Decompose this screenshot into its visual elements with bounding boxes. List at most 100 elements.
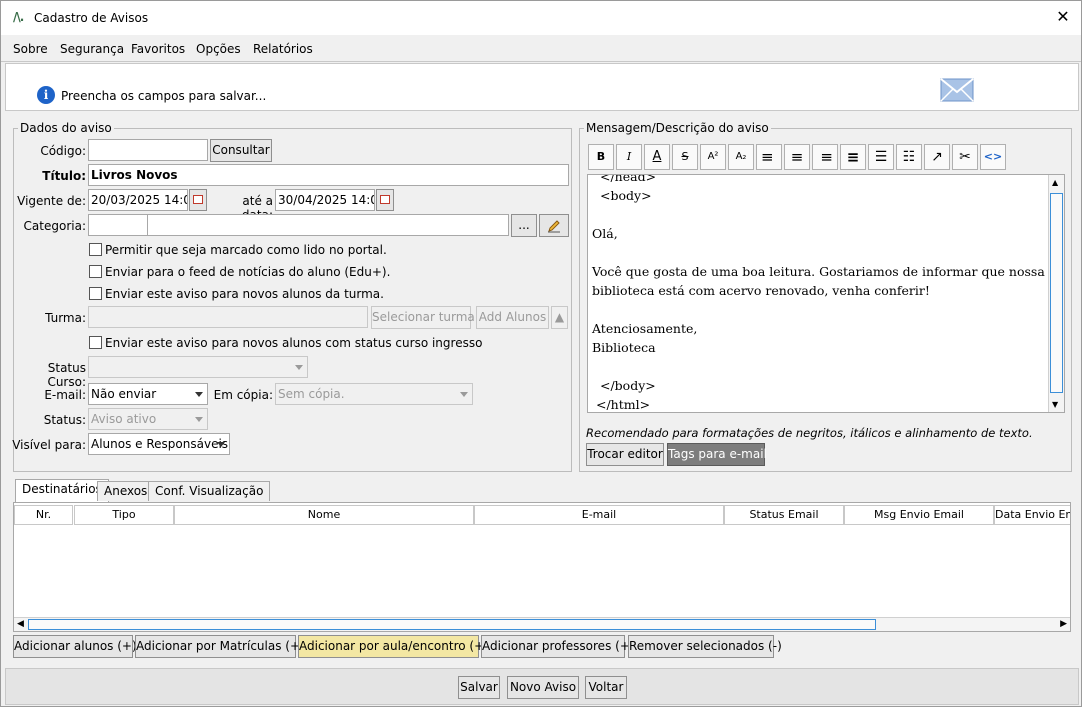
column-header[interactable]: Tipo	[74, 505, 174, 525]
mensagem-legend: Mensagem/Descrição do aviso	[584, 121, 771, 135]
titulo-field[interactable]: Livros Novos	[88, 164, 569, 186]
copia-select[interactable]: Sem cópia.	[275, 383, 473, 405]
vigente-field[interactable]: 20/03/2025 14:01	[88, 189, 188, 211]
menu-opcoes[interactable]: Opções	[196, 42, 241, 56]
main-window: /\. Cadastro de Avisos ✕ Sobre Segurança…	[0, 0, 1082, 707]
tab-conf-visualizacao[interactable]: Conf. Visualização	[148, 481, 271, 501]
vigente-calendar-icon[interactable]	[189, 189, 207, 211]
menu-seguranca[interactable]: Segurança	[60, 42, 124, 56]
subscript-icon[interactable]: A₂	[728, 144, 754, 170]
novos-alunos-checkbox[interactable]	[89, 287, 102, 300]
chevron-down-icon[interactable]: ▼	[1052, 400, 1058, 409]
novos-alunos-checkbox-label: Enviar este aviso para novos alunos da t…	[105, 287, 384, 301]
editor-line: Olá,	[592, 226, 618, 241]
adicionar-professores-button[interactable]: Adicionar professores (+)	[481, 635, 635, 658]
chevron-right-icon[interactable]: ▶	[1060, 619, 1067, 629]
editor-line: Biblioteca	[592, 340, 656, 355]
visivel-select[interactable]: Alunos e Responsáveis	[88, 433, 230, 455]
editor-line: </body>	[600, 378, 656, 393]
editor-vertical-scrollbar[interactable]: ▲ ▼	[1048, 175, 1064, 412]
menu-relatorios[interactable]: Relatórios	[253, 42, 313, 56]
grid-scroll-thumb[interactable]	[28, 619, 876, 630]
salvar-button[interactable]: Salvar	[458, 676, 500, 699]
editor-line: </html>	[596, 397, 651, 412]
codigo-field[interactable]	[88, 139, 208, 161]
tab-destinatarios[interactable]: Destinatários	[15, 479, 109, 502]
editor-line: Você que gosta de uma boa leitura. Gosta…	[592, 264, 1045, 279]
consultar-button[interactable]: Consultar	[210, 139, 272, 162]
column-header[interactable]: Data Envio Email	[994, 505, 1070, 525]
categoria-search-button[interactable]: ...	[511, 214, 537, 237]
column-header[interactable]: E-mail	[474, 505, 724, 525]
tab-anexos[interactable]: Anexos	[97, 481, 155, 501]
editor-scroll-thumb[interactable]	[1050, 193, 1063, 393]
column-header[interactable]: Status Email	[724, 505, 844, 525]
email-select[interactable]: Não enviar	[88, 383, 208, 405]
source-code-icon[interactable]: <>	[980, 144, 1006, 170]
chevron-down-icon	[460, 392, 468, 397]
align-left-icon[interactable]: ≡	[756, 144, 782, 170]
column-header[interactable]: Nr.	[14, 505, 73, 525]
dados-legend: Dados do aviso	[18, 121, 114, 135]
feed-checkbox[interactable]	[89, 265, 102, 278]
status-curso-select	[88, 356, 308, 378]
ate-calendar-icon[interactable]	[376, 189, 394, 211]
align-justify-icon[interactable]: ≡	[840, 144, 866, 170]
add-alunos-button: Add Alunos	[476, 306, 549, 329]
pencil-icon	[548, 220, 560, 233]
font-color-icon[interactable]: A	[644, 144, 670, 170]
external-link-icon[interactable]: ↗	[924, 144, 950, 170]
portal-checkbox[interactable]	[89, 243, 102, 256]
voltar-button[interactable]: Voltar	[585, 676, 627, 699]
status-select: Aviso ativo	[88, 408, 208, 430]
cut-icon[interactable]: ✂	[952, 144, 978, 170]
strikethrough-icon[interactable]: S	[672, 144, 698, 170]
categoria-name-field[interactable]	[147, 214, 509, 236]
menu-sobre[interactable]: Sobre	[13, 42, 48, 56]
editor-line: <body>	[600, 188, 652, 203]
envelope-icon	[940, 78, 974, 102]
novo-aviso-button[interactable]: Novo Aviso	[507, 676, 579, 699]
bold-icon[interactable]: B	[588, 144, 614, 170]
column-header[interactable]: Nome	[174, 505, 474, 525]
categoria-edit-button[interactable]	[539, 214, 569, 237]
destinatarios-grid[interactable]: Nr. Tipo Nome E-mail Status Email Msg En…	[13, 502, 1071, 632]
superscript-icon[interactable]: A²	[700, 144, 726, 170]
chevron-up-icon[interactable]: ▲	[1052, 178, 1058, 187]
editor-line: </head>	[600, 174, 657, 184]
adicionar-aula-button[interactable]: Adicionar por aula/encontro (+)	[298, 635, 489, 658]
editor-hint: Recomendado para formatações de negritos…	[586, 426, 1033, 440]
numbered-list-icon[interactable]: ☷	[896, 144, 922, 170]
app-logo-icon: /\.	[13, 10, 24, 24]
ingresso-checkbox[interactable]	[89, 336, 102, 349]
column-header[interactable]: Msg Envio Email	[844, 505, 994, 525]
adicionar-alunos-button[interactable]: Adicionar alunos (+)	[13, 635, 137, 658]
bullet-list-icon[interactable]: ☰	[868, 144, 894, 170]
remover-selecionados-button[interactable]: Remover selecionados (-)	[628, 635, 782, 658]
ingresso-checkbox-label: Enviar este aviso para novos alunos com …	[105, 336, 483, 350]
email-select-value: Não enviar	[91, 387, 157, 401]
ate-field[interactable]: 30/04/2025 14:01	[275, 189, 375, 211]
visivel-select-value: Alunos e Responsáveis	[91, 437, 229, 451]
grid-horizontal-scrollbar[interactable]: ◀ ▶	[14, 617, 1070, 631]
editor-line: biblioteca está com acervo renovado, ven…	[592, 283, 930, 298]
close-icon[interactable]: ✕	[1053, 7, 1073, 26]
info-bar: i Preencha os campos para salvar...	[5, 63, 1079, 111]
message-editor[interactable]: </head> <body> Olá, Você que gosta de um…	[587, 174, 1065, 413]
turma-label: Turma:	[45, 311, 86, 325]
align-right-icon[interactable]: ≡	[812, 144, 838, 170]
title-bar: /\. Cadastro de Avisos ✕	[1, 1, 1081, 35]
visivel-label: Visível para:	[12, 438, 86, 452]
email-label: E-mail:	[44, 388, 86, 402]
tags-email-button[interactable]: Tags para e-mail	[667, 443, 767, 466]
italic-icon[interactable]: I	[616, 144, 642, 170]
menu-favoritos[interactable]: Favoritos	[131, 42, 185, 56]
align-center-icon[interactable]: ≡	[784, 144, 810, 170]
chevron-left-icon[interactable]: ◀	[17, 619, 24, 629]
adicionar-matriculas-button[interactable]: Adicionar por Matrículas (+)	[135, 635, 305, 658]
trocar-editor-button[interactable]: Trocar editor	[586, 443, 664, 466]
codigo-label: Código:	[40, 144, 86, 158]
categoria-code-field[interactable]	[88, 214, 148, 236]
copia-label: Em cópia:	[213, 388, 273, 402]
menu-bar: Sobre Segurança Favoritos Opções Relatór…	[1, 35, 1081, 62]
